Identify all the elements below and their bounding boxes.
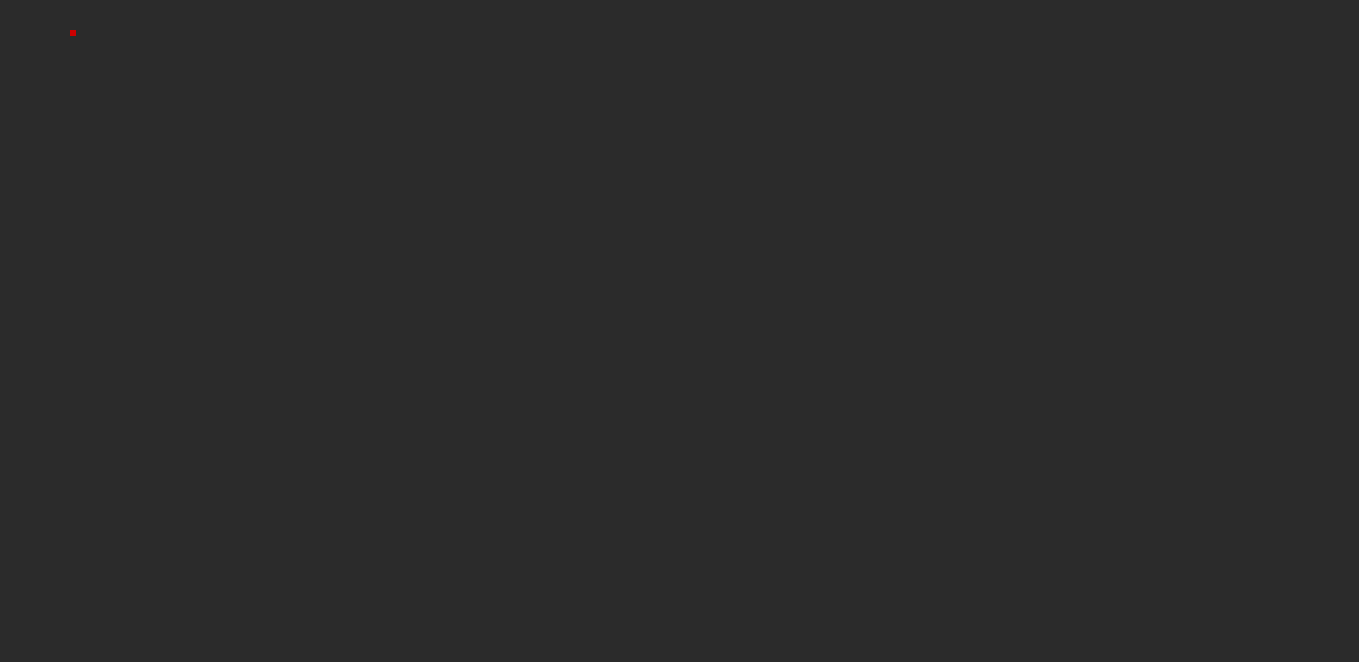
code-area[interactable] xyxy=(36,0,1359,662)
highlight-rectangle xyxy=(70,30,76,36)
code-editor xyxy=(0,0,1359,662)
line-number-gutter xyxy=(0,0,36,662)
